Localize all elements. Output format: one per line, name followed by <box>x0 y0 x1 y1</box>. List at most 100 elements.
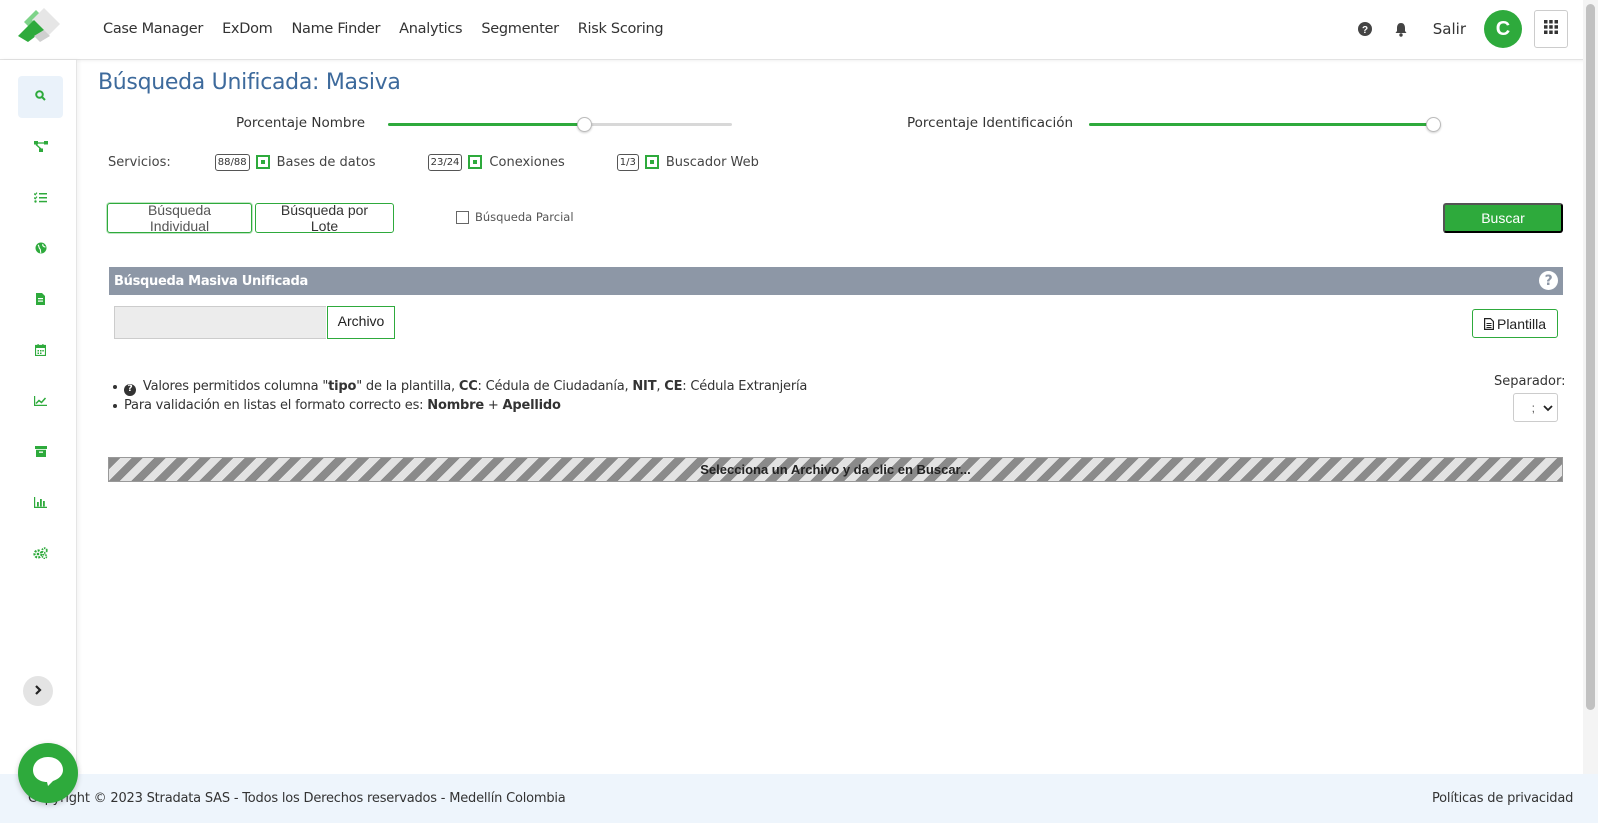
page-scrollbar[interactable] <box>1583 0 1598 774</box>
note-bold: CC <box>458 379 478 394</box>
sidebar-item-settings[interactable] <box>18 534 63 576</box>
top-navbar: Case Manager ExDom Name Finder Analytics… <box>0 0 1598 60</box>
progress-text: Selecciona un Archivo y da clic en Busca… <box>700 462 971 477</box>
panel-title: Búsqueda Masiva Unificada <box>114 273 308 289</box>
slider-identificacion-label: Porcentaje Identificación <box>907 115 1074 131</box>
service-count-badge: 88/88 <box>214 153 250 171</box>
question-circle-icon[interactable]: ? <box>1355 19 1375 39</box>
checkbox-box[interactable] <box>456 210 469 224</box>
sidebar-item-archive[interactable] <box>18 432 63 474</box>
list-check-icon <box>33 190 47 208</box>
nav-segmenter[interactable]: Segmenter <box>481 21 559 37</box>
note-bold: tipo <box>328 379 357 394</box>
stradata-logo[interactable] <box>14 6 64 46</box>
busqueda-parcial-checkbox[interactable]: Búsqueda Parcial <box>456 210 574 224</box>
svg-text:?: ? <box>1362 25 1368 36</box>
footer: Copyright © 2023 Stradata SAS - Todos lo… <box>0 774 1598 823</box>
avatar[interactable]: C <box>1484 10 1522 48</box>
question-circle-icon: ? <box>124 383 136 396</box>
globe-icon <box>35 241 47 259</box>
sidebar-item-document[interactable] <box>18 280 63 322</box>
porcentaje-nombre-slider[interactable] <box>388 117 732 132</box>
note-bold: Apellido <box>502 398 561 413</box>
file-input[interactable] <box>114 306 326 339</box>
bell-icon[interactable] <box>1391 19 1411 39</box>
note-text: : Cédula Extranjería <box>682 379 808 394</box>
archivo-button[interactable]: Archivo <box>327 306 395 339</box>
service-checkbox-bases[interactable] <box>255 155 270 169</box>
busqueda-individual-button[interactable]: Búsqueda Individual <box>107 202 252 234</box>
archive-icon <box>34 444 47 462</box>
note-bold: CE <box>664 379 683 394</box>
note-bold: NIT <box>632 379 657 394</box>
service-count-badge: 23/24 <box>427 153 463 171</box>
calendar-icon <box>34 343 47 361</box>
slider-thumb[interactable] <box>1426 117 1441 132</box>
busqueda-parcial-label: Búsqueda Parcial <box>475 210 574 224</box>
porcentaje-identificacion-slider[interactable] <box>1089 117 1441 132</box>
nav-analytics[interactable]: Analytics <box>399 21 462 37</box>
sidebar-expand-button[interactable] <box>23 676 53 706</box>
nav-name-finder[interactable]: Name Finder <box>291 21 380 37</box>
nav-risk-scoring[interactable]: Risk Scoring <box>578 21 664 37</box>
sidebar-item-tasks[interactable] <box>18 178 63 220</box>
status-progress-bar: Selecciona un Archivo y da clic en Busca… <box>108 457 1563 482</box>
line-chart-icon <box>34 393 47 411</box>
document-icon <box>36 292 45 310</box>
note-text: + <box>483 398 503 413</box>
help-icon[interactable]: ? <box>1539 271 1558 290</box>
chat-button[interactable] <box>18 743 78 803</box>
slider-nombre-label: Porcentaje Nombre <box>236 115 366 131</box>
separador-label: Separador: <box>1494 374 1566 389</box>
main-nav: Case Manager ExDom Name Finder Analytics… <box>103 0 682 58</box>
chevron-right-icon <box>34 682 42 700</box>
buscar-button[interactable]: Buscar <box>1443 203 1563 233</box>
chat-icon <box>31 755 65 792</box>
file-text-icon <box>1483 317 1494 330</box>
copyright-text: Copyright © 2023 Stradata SAS - Todos lo… <box>28 791 566 806</box>
service-checkbox-buscador-web[interactable] <box>644 155 659 169</box>
note-text: " de la plantilla, <box>356 379 459 394</box>
services-row: Servicios: 88/88 Bases de datos 23/24 Co… <box>108 152 811 172</box>
cogs-icon <box>33 546 48 564</box>
services-label: Servicios: <box>108 154 171 170</box>
sidebar-item-bar-chart[interactable] <box>18 483 63 525</box>
apps-grid-button[interactable] <box>1534 10 1568 48</box>
sidebar-item-trends[interactable] <box>18 381 63 423</box>
note-text: Para validación en listas el formato cor… <box>124 398 428 413</box>
network-icon <box>33 139 48 157</box>
separador-value: ; <box>1531 400 1535 415</box>
slider-fill <box>388 123 585 126</box>
note-text: : Cédula de Ciudadanía, <box>477 379 633 394</box>
slider-fill <box>1089 123 1433 126</box>
chevron-down-icon <box>1543 401 1553 415</box>
search-icon <box>35 88 46 106</box>
plantilla-label: Plantilla <box>1496 315 1547 332</box>
note-bold: Nombre <box>427 398 484 413</box>
privacy-link[interactable]: Políticas de privacidad <box>1432 791 1573 806</box>
sidebar-item-network[interactable] <box>18 127 63 169</box>
separador-select[interactable]: ; <box>1513 393 1558 422</box>
sidebar-item-globe[interactable] <box>18 229 63 271</box>
sidebar-item-search[interactable] <box>18 76 63 118</box>
service-count-badge: 1/3 <box>616 153 639 171</box>
service-name: Buscador Web <box>665 154 759 170</box>
sidebar-item-calendar[interactable] <box>18 331 63 373</box>
busqueda-por-lote-button[interactable]: Búsqueda por Lote <box>255 202 394 234</box>
slider-thumb[interactable] <box>577 117 593 132</box>
logout-link[interactable]: Salir <box>1433 20 1466 38</box>
topbar-actions: ? Salir C <box>1355 0 1598 58</box>
notes-list: ? Valores permitidos columna "tipo" de l… <box>108 377 807 415</box>
list-item: Para validación en listas el formato cor… <box>108 396 807 415</box>
note-text: Valores permitidos columna " <box>139 379 329 394</box>
nav-case-manager[interactable]: Case Manager <box>103 21 203 37</box>
grid-icon <box>1544 19 1558 39</box>
bar-chart-icon <box>34 495 47 513</box>
page-title: Búsqueda Unificada: Masiva <box>98 70 401 95</box>
plantilla-button[interactable]: Plantilla <box>1472 309 1558 338</box>
service-checkbox-conexiones[interactable] <box>468 155 483 169</box>
sidebar <box>0 60 77 774</box>
service-name: Bases de datos <box>276 154 376 170</box>
nav-exdom[interactable]: ExDom <box>222 21 273 37</box>
scrollbar-thumb[interactable] <box>1586 4 1595 710</box>
